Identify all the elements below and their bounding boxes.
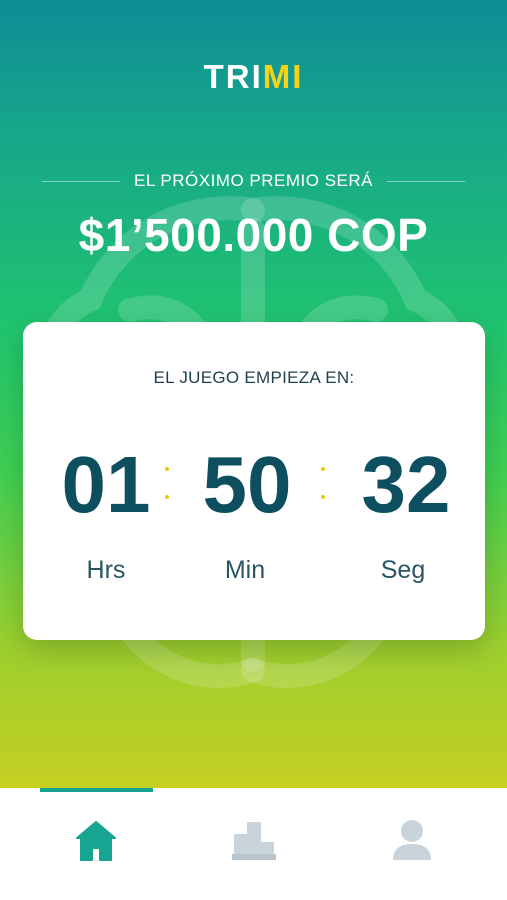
trimi-logo: TRIMI (203, 58, 304, 95)
tab-ranking[interactable] (224, 818, 284, 868)
minutes-value: 50 (202, 440, 292, 529)
colon-separator (320, 467, 326, 501)
countdown-card: EL JUEGO EMPIEZA EN: 01 50 32 Hrs Min Se… (23, 322, 485, 640)
divider-right (387, 180, 466, 182)
seconds-value: 32 (361, 440, 451, 529)
tab-profile[interactable] (382, 818, 442, 868)
prize-label-row: EL PRÓXIMO PREMIO SERÁ (42, 170, 466, 192)
user-icon (393, 820, 431, 860)
countdown-title: EL JUEGO EMPIEZA EN: (153, 368, 355, 387)
bottom-tab-bar (0, 788, 507, 900)
home-icon (76, 821, 116, 861)
minutes-label: Min (224, 556, 266, 584)
hours-value: 01 (61, 440, 151, 529)
podium-icon (232, 822, 276, 860)
prize-amount: $1’500.000 COP (78, 209, 429, 261)
tab-home[interactable] (66, 818, 126, 868)
prize-label: EL PRÓXIMO PREMIO SERÁ (134, 171, 373, 190)
colon-separator (164, 467, 170, 501)
divider-left (42, 180, 121, 182)
hours-label: Hrs (86, 556, 126, 584)
seconds-label: Seg (380, 556, 426, 584)
active-tab-indicator (40, 788, 153, 792)
